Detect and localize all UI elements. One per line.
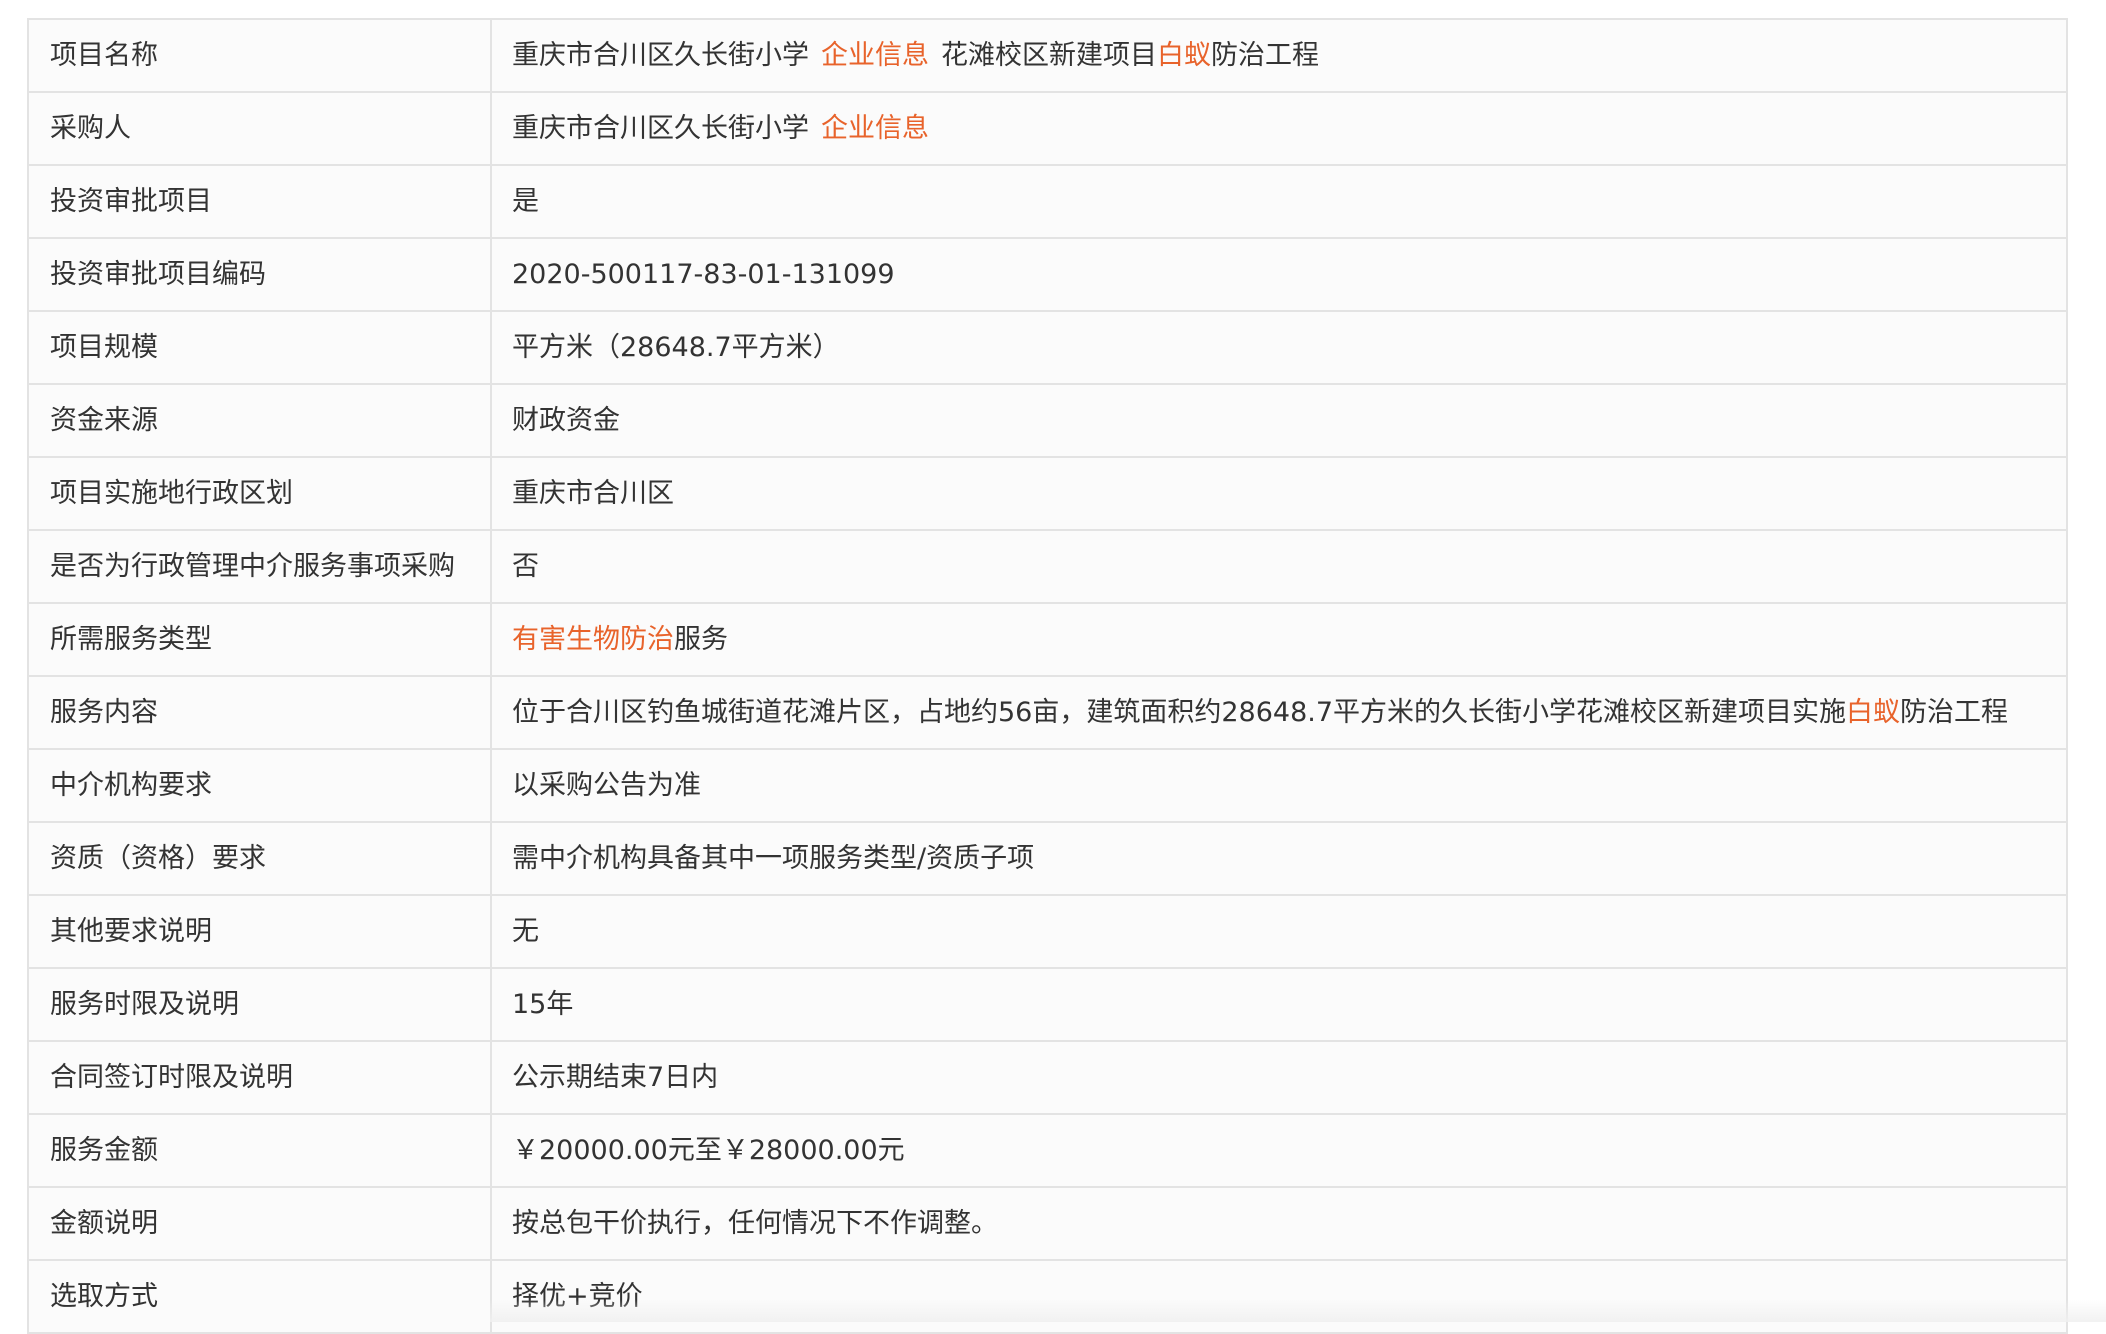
contract-deadline-label: 合同签订时限及说明: [27, 1040, 492, 1115]
agency-requirement-label: 中介机构要求: [27, 748, 492, 823]
company-info-link[interactable]: 企业信息: [821, 40, 929, 71]
other-requirements-value: 无: [490, 894, 2068, 969]
table-row: 所需服务类型 有害生物防治服务: [27, 602, 2068, 677]
service-type-label: 所需服务类型: [27, 602, 492, 677]
purchaser-value: 重庆市合川区久长街小学 企业信息: [490, 91, 2068, 166]
approval-code-value: 2020-500117-83-01-131099: [490, 237, 2068, 312]
project-name-part: 重庆市合川区久长街小学: [512, 39, 809, 71]
table-row: 服务内容 位于合川区钓鱼城街道花滩片区，占地约56亩，建筑面积约28648.7平…: [27, 675, 2068, 750]
contract-deadline-value: 公示期结束7日内: [490, 1040, 2068, 1115]
project-name-label: 项目名称: [27, 18, 492, 93]
table-row: 项目实施地行政区划 重庆市合川区: [27, 456, 2068, 531]
table-row: 项目名称 重庆市合川区久长街小学 企业信息 花滩校区新建项目白蚁防治工程: [27, 18, 2068, 93]
other-requirements-label: 其他要求说明: [27, 894, 492, 969]
table-row: 服务金额 ￥20000.00元至￥28000.00元: [27, 1113, 2068, 1188]
table-row: 资质（资格）要求 需中介机构具备其中一项服务类型/资质子项: [27, 821, 2068, 896]
table-row: 投资审批项目 是: [27, 164, 2068, 239]
selection-method-value: 择优+竞价: [490, 1259, 2068, 1334]
qualification-label: 资质（资格）要求: [27, 821, 492, 896]
investment-approval-label: 投资审批项目: [27, 164, 492, 239]
project-info-table: 项目名称 重庆市合川区久长街小学 企业信息 花滩校区新建项目白蚁防治工程 采购人 重…: [27, 18, 2068, 1334]
project-scale-label: 项目规模: [27, 310, 492, 385]
admin-region-label: 项目实施地行政区划: [27, 456, 492, 531]
table-row: 投资审批项目编码 2020-500117-83-01-131099: [27, 237, 2068, 312]
project-scale-value: 平方米（28648.7平方米）: [490, 310, 2068, 385]
company-info-link[interactable]: 企业信息: [821, 113, 929, 144]
service-period-label: 服务时限及说明: [27, 967, 492, 1042]
purchaser-label: 采购人: [27, 91, 492, 166]
investment-approval-value: 是: [490, 164, 2068, 239]
funding-source-label: 资金来源: [27, 383, 492, 458]
highlight-keyword: 白蚁: [1846, 696, 1901, 728]
intermediary-service-label: 是否为行政管理中介服务事项采购: [27, 529, 492, 604]
admin-region-value: 重庆市合川区: [490, 456, 2068, 531]
amount-note-label: 金额说明: [27, 1186, 492, 1261]
service-content-value: 位于合川区钓鱼城街道花滩片区，占地约56亩，建筑面积约28648.7平方米的久长…: [490, 675, 2068, 750]
bottom-fade: [490, 1300, 2106, 1322]
highlight-keyword: 有害生物防治: [512, 623, 674, 655]
service-amount-value: ￥20000.00元至￥28000.00元: [490, 1113, 2068, 1188]
qualification-value: 需中介机构具备其中一项服务类型/资质子项: [490, 821, 2068, 896]
project-info-panel: 项目名称 重庆市合川区久长街小学 企业信息 花滩校区新建项目白蚁防治工程 采购人 重…: [27, 18, 2068, 1334]
service-period-value: 15年: [490, 967, 2068, 1042]
service-content-part: 防治工程: [1900, 696, 2009, 728]
service-type-value: 有害生物防治服务: [490, 602, 2068, 677]
table-row: 服务时限及说明 15年: [27, 967, 2068, 1042]
service-type-suffix: 服务: [674, 623, 728, 655]
project-name-part: 防治工程: [1211, 39, 1319, 71]
table-row: 中介机构要求 以采购公告为准: [27, 748, 2068, 823]
table-row: 项目规模 平方米（28648.7平方米）: [27, 310, 2068, 385]
table-row: 采购人 重庆市合川区久长街小学 企业信息: [27, 91, 2068, 166]
table-row: 金额说明 按总包干价执行，任何情况下不作调整。: [27, 1186, 2068, 1261]
table-row: 资金来源 财政资金: [27, 383, 2068, 458]
intermediary-service-value: 否: [490, 529, 2068, 604]
project-name-value: 重庆市合川区久长街小学 企业信息 花滩校区新建项目白蚁防治工程: [490, 18, 2068, 93]
table-row: 其他要求说明 无: [27, 894, 2068, 969]
funding-source-value: 财政资金: [490, 383, 2068, 458]
project-name-part: 花滩校区新建项目: [941, 39, 1157, 71]
table-row: 选取方式 择优+竞价: [27, 1259, 2068, 1334]
agency-requirement-value: 以采购公告为准: [490, 748, 2068, 823]
highlight-keyword: 白蚁: [1157, 39, 1211, 71]
table-row: 合同签订时限及说明 公示期结束7日内: [27, 1040, 2068, 1115]
service-content-part: 位于合川区钓鱼城街道花滩片区，占地约56亩，建筑面积约28648.7平方米的久长…: [512, 696, 1847, 728]
service-content-label: 服务内容: [27, 675, 492, 750]
amount-note-value: 按总包干价执行，任何情况下不作调整。: [490, 1186, 2068, 1261]
table-row: 是否为行政管理中介服务事项采购 否: [27, 529, 2068, 604]
selection-method-label: 选取方式: [27, 1259, 492, 1334]
service-amount-label: 服务金额: [27, 1113, 492, 1188]
purchaser-name: 重庆市合川区久长街小学: [512, 112, 809, 144]
approval-code-label: 投资审批项目编码: [27, 237, 492, 312]
